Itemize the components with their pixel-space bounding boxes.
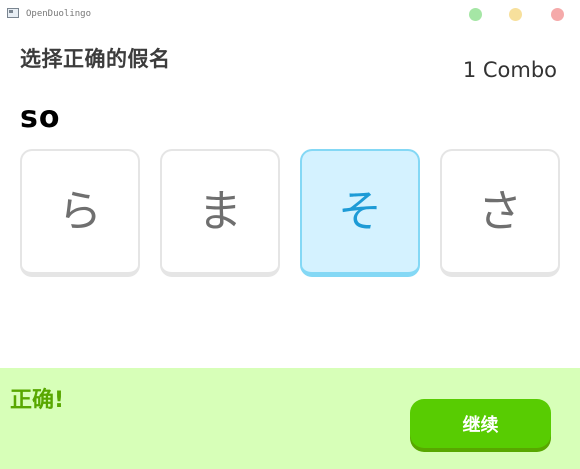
kana-label: ら — [58, 185, 102, 237]
continue-button[interactable]: 继续 — [410, 399, 551, 448]
kana-label: そ — [338, 185, 382, 237]
feedback-message: 正确! — [10, 388, 65, 413]
combo-counter: 1 Combo — [462, 58, 557, 82]
app-window-icon — [7, 8, 19, 18]
question-title: 选择正确的假名 — [20, 47, 171, 71]
kana-label: ま — [198, 185, 242, 237]
feedback-panel: 正确! 继续 — [0, 368, 580, 469]
minimize-button[interactable] — [469, 8, 482, 21]
title-bar: OpenDuolingo — [0, 0, 580, 28]
maximize-button[interactable] — [509, 8, 522, 21]
kana-label: さ — [478, 185, 522, 237]
kana-choice-3[interactable]: そ — [300, 149, 420, 277]
app-title: OpenDuolingo — [26, 9, 92, 19]
close-button[interactable] — [551, 8, 564, 21]
kana-choice-4[interactable]: さ — [440, 149, 560, 277]
kana-choice-1[interactable]: ら — [20, 149, 140, 277]
kana-choice-2[interactable]: ま — [160, 149, 280, 277]
romaji-prompt: so — [20, 100, 61, 135]
